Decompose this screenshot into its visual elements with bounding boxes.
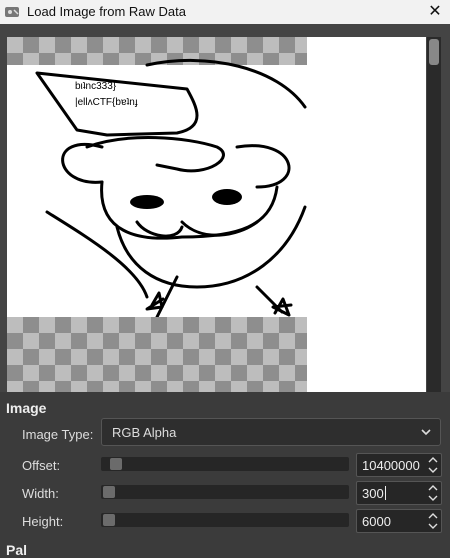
text-caret — [384, 486, 386, 500]
width-value-wrapper[interactable]: 300 — [362, 486, 386, 501]
height-value[interactable]: 6000 — [362, 514, 391, 529]
drawing-text-line2: |ellʌCTF{bɐʇnɟ — [75, 97, 138, 108]
height-spinbox[interactable]: 6000 — [356, 509, 442, 533]
spin-up-icon[interactable] — [428, 456, 438, 464]
height-label: Height: — [22, 514, 64, 529]
image-type-dropdown[interactable]: RGB Alpha — [101, 418, 441, 446]
scrollbar-thumb[interactable] — [429, 39, 439, 65]
width-value[interactable]: 300 — [362, 486, 384, 501]
palette-section-heading: Pal — [6, 542, 28, 558]
image-section-heading: Image — [6, 400, 47, 416]
offset-spinbox[interactable]: 10400000 — [356, 453, 442, 477]
preview-drawing: bιʇnc333} |ellʌCTF{bɐʇnɟ — [35, 58, 307, 317]
height-slider-handle[interactable] — [103, 514, 115, 526]
preview-area: bιʇnc333} |ellʌCTF{bɐʇnɟ — [0, 24, 450, 392]
offset-label: Offset: — [22, 458, 61, 473]
window-title: Load Image from Raw Data — [27, 4, 186, 19]
width-slider-handle[interactable] — [103, 486, 115, 498]
image-type-label: Image Type: — [22, 427, 94, 442]
offset-slider[interactable] — [101, 457, 349, 471]
gimp-app-icon — [5, 7, 19, 17]
offset-slider-handle[interactable] — [110, 458, 123, 470]
close-button[interactable]: ✕ — [420, 0, 450, 24]
spin-down-icon[interactable] — [428, 494, 438, 502]
spin-up-icon[interactable] — [428, 512, 438, 520]
width-slider[interactable] — [101, 485, 349, 499]
spin-down-icon[interactable] — [428, 522, 438, 530]
width-label: Width: — [22, 486, 59, 501]
spin-down-icon[interactable] — [428, 466, 438, 474]
drawing-text-line1: bιʇnc333} — [75, 81, 117, 92]
offset-value[interactable]: 10400000 — [362, 458, 420, 473]
chevron-down-icon — [421, 429, 431, 436]
height-slider[interactable] — [101, 513, 349, 527]
transparency-checker-bottom — [7, 317, 307, 392]
spin-up-icon[interactable] — [428, 484, 438, 492]
image-type-value: RGB Alpha — [112, 425, 177, 440]
width-spinbox[interactable]: 300 — [356, 481, 442, 505]
preview-vertical-scrollbar[interactable] — [427, 37, 441, 392]
title-bar: Load Image from Raw Data ✕ — [0, 0, 450, 24]
preview-canvas[interactable]: bιʇnc333} |ellʌCTF{bɐʇnɟ — [7, 37, 426, 392]
